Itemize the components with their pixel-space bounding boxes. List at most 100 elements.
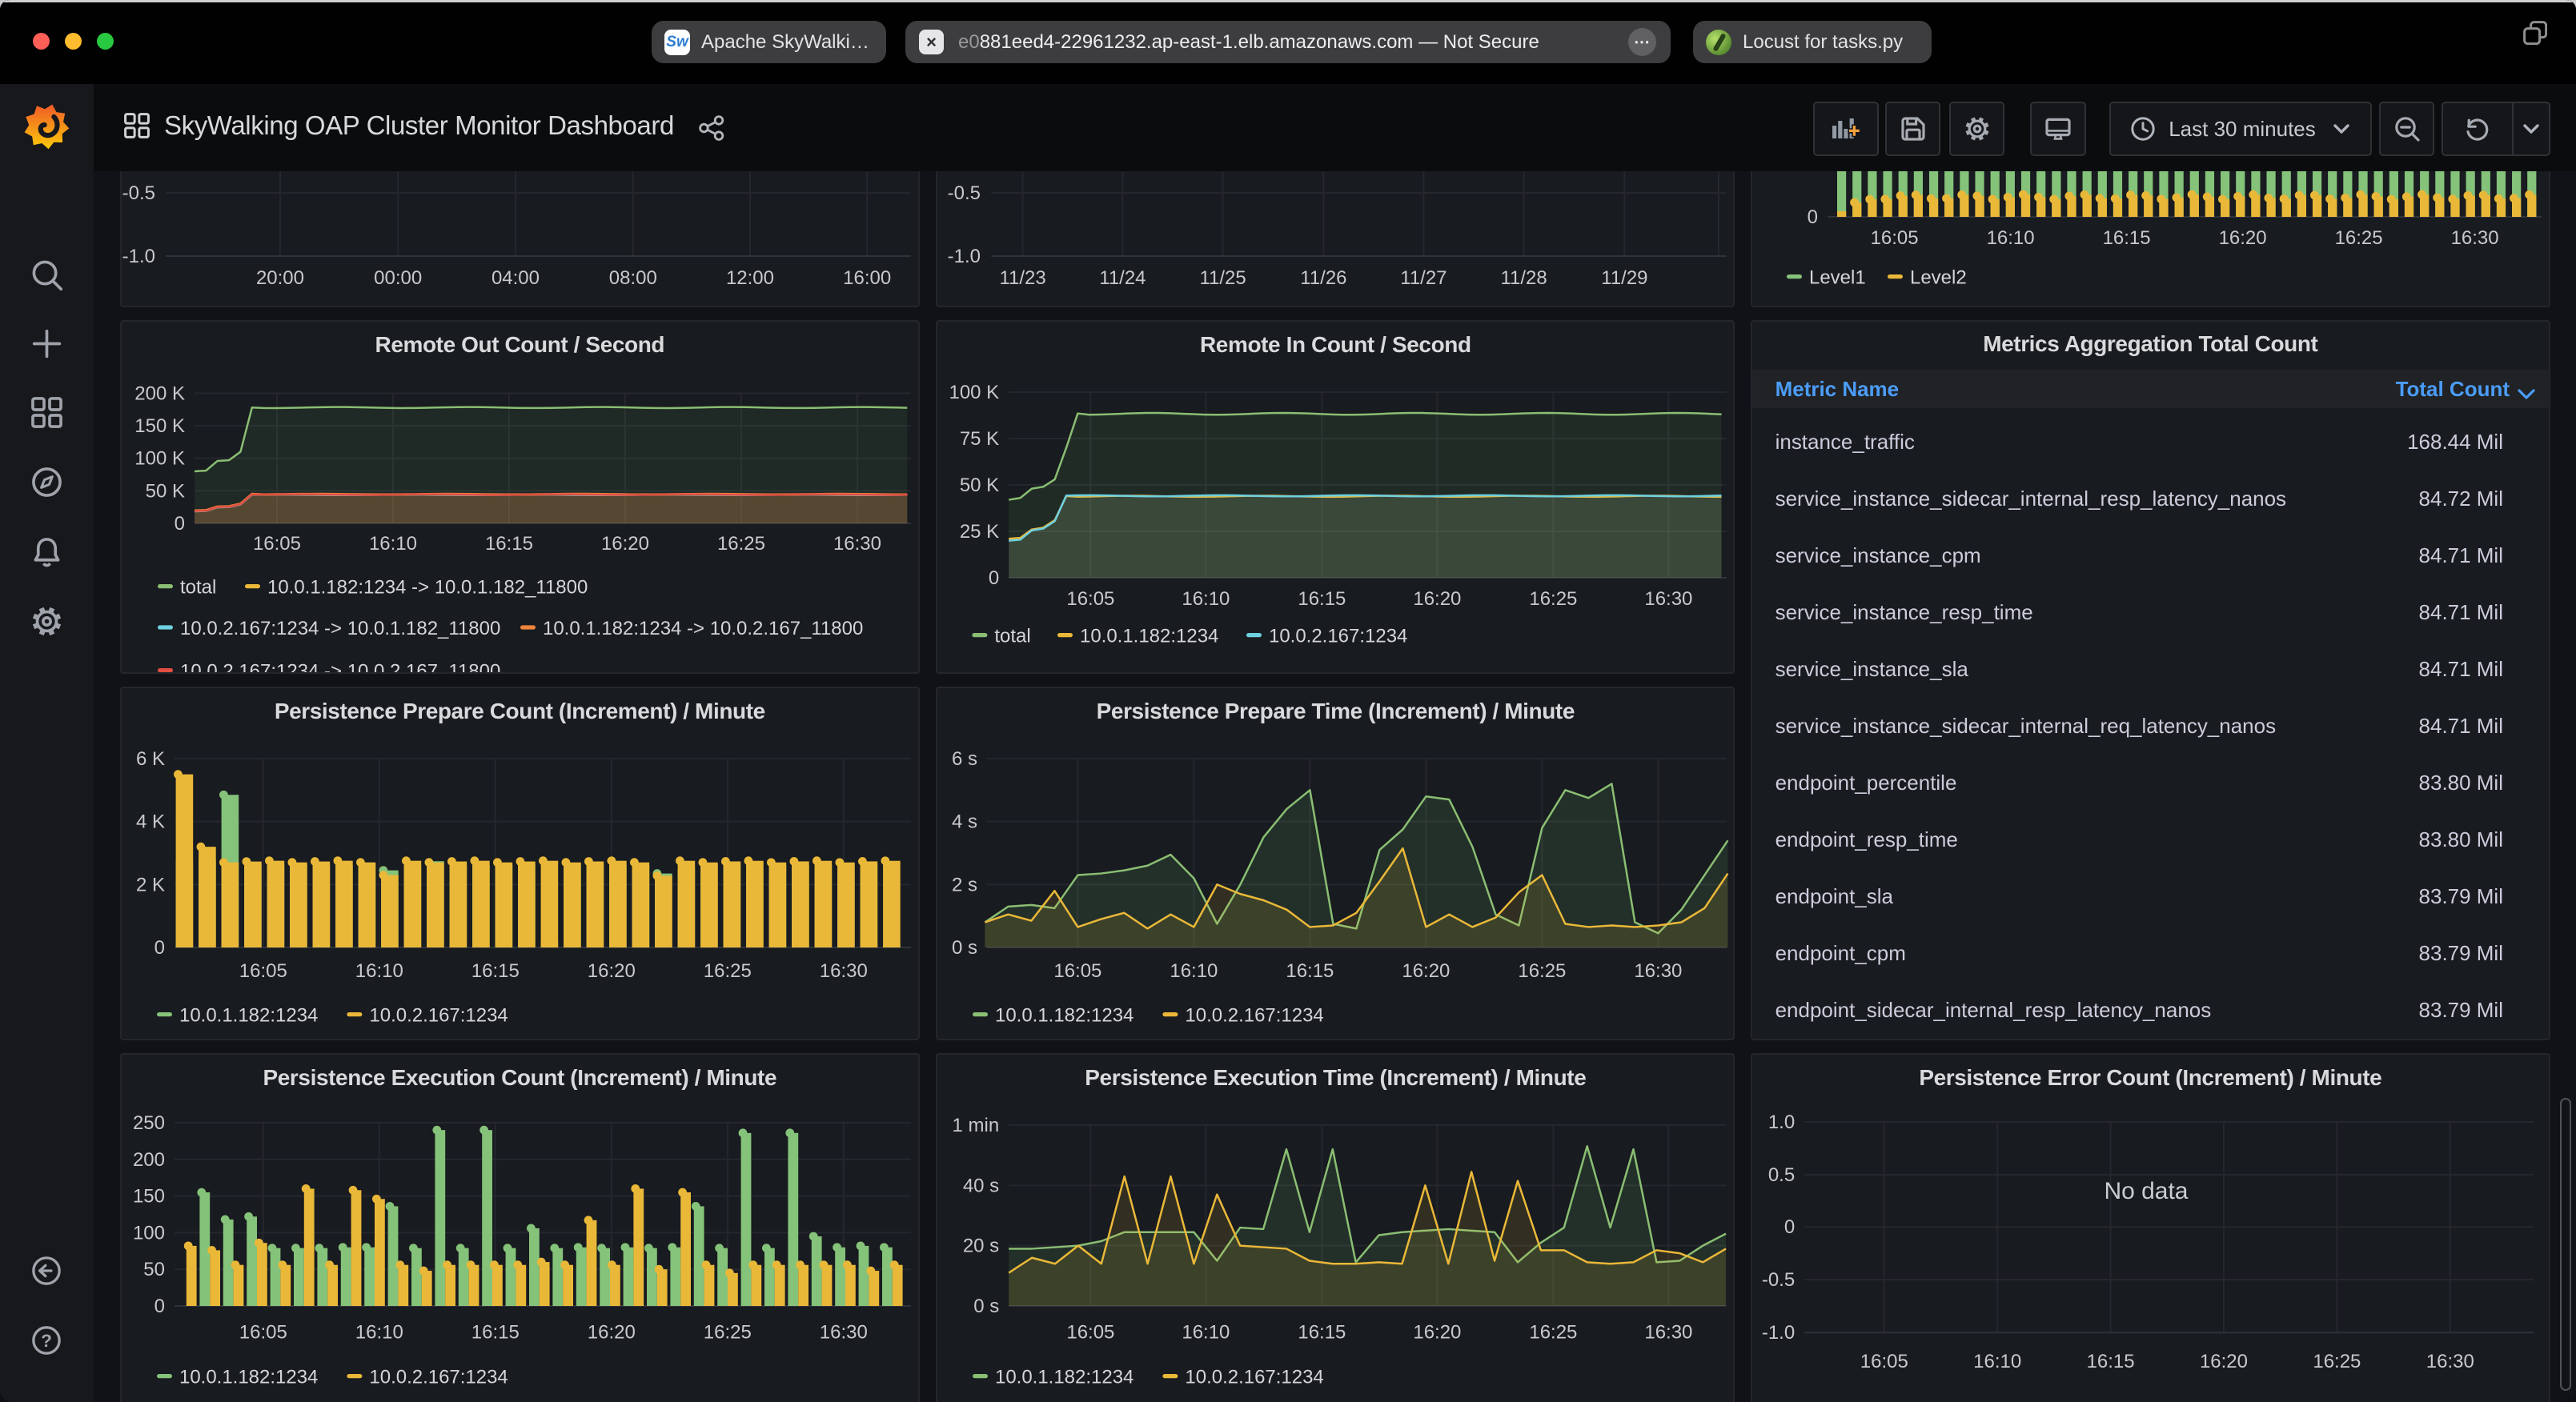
svg-text:150 K: 150 K	[134, 415, 185, 437]
svg-text:10.0.2.167:1234 -> 10.0.2.167_: 10.0.2.167:1234 -> 10.0.2.167_11800	[180, 660, 500, 674]
svg-text:16:05: 16:05	[1066, 588, 1114, 610]
svg-text:10.0.2.167:1234: 10.0.2.167:1234	[369, 1004, 508, 1026]
svg-text:-0.5: -0.5	[947, 182, 980, 204]
svg-text:endpoint_sla: endpoint_sla	[1776, 884, 1894, 908]
svg-text:?: ?	[41, 1331, 52, 1351]
svg-text:50: 50	[143, 1259, 165, 1280]
svg-text:16:20: 16:20	[1402, 960, 1450, 982]
svg-text:83.80 Mil: 83.80 Mil	[2419, 827, 2503, 851]
svg-text:service_instance_sla: service_instance_sla	[1776, 657, 1969, 681]
svg-text:16:10: 16:10	[355, 1322, 403, 1344]
svg-text:0 s: 0 s	[973, 1296, 999, 1317]
svg-text:Remote In Count / Second: Remote In Count / Second	[1200, 332, 1471, 357]
svg-text:total: total	[994, 625, 1030, 647]
svg-text:Persistence Execution Time (In: Persistence Execution Time (Increment) /…	[1085, 1065, 1586, 1090]
svg-text:16:25: 16:25	[717, 533, 765, 555]
svg-text:16:30: 16:30	[1644, 588, 1692, 610]
svg-text:16:30: 16:30	[820, 1322, 868, 1344]
svg-text:11/24: 11/24	[1099, 267, 1146, 289]
svg-text:0: 0	[154, 1296, 165, 1317]
svg-text:16:05: 16:05	[1053, 960, 1101, 982]
svg-text:16:25: 16:25	[704, 1322, 752, 1344]
svg-text:84.71 Mil: 84.71 Mil	[2419, 714, 2503, 738]
svg-text:instance_traffic: instance_traffic	[1776, 430, 1915, 454]
svg-text:84.71 Mil: 84.71 Mil	[2419, 657, 2503, 681]
svg-text:10.0.2.167:1234: 10.0.2.167:1234	[1269, 625, 1407, 647]
svg-text:16:05: 16:05	[239, 1322, 287, 1344]
svg-text:16:20: 16:20	[1413, 588, 1461, 610]
svg-text:16:05: 16:05	[239, 960, 287, 982]
svg-text:1 min: 1 min	[952, 1115, 999, 1136]
svg-text:11/29: 11/29	[1601, 267, 1647, 289]
svg-text:200: 200	[133, 1149, 165, 1171]
svg-text:16:20: 16:20	[2219, 227, 2267, 249]
svg-text:16:25: 16:25	[704, 960, 752, 982]
svg-text:10.0.2.167:1234: 10.0.2.167:1234	[369, 1366, 508, 1388]
svg-text:50 K: 50 K	[146, 480, 185, 502]
svg-text:16:25: 16:25	[2335, 227, 2383, 249]
svg-text:-0.5: -0.5	[1762, 1269, 1795, 1291]
svg-text:4 K: 4 K	[136, 811, 165, 833]
svg-text:16:05: 16:05	[1871, 227, 1919, 249]
svg-text:200 K: 200 K	[134, 383, 185, 404]
svg-text:84.72 Mil: 84.72 Mil	[2419, 487, 2503, 511]
svg-text:10.0.1.182:1234 -> 10.0.1.182_: 10.0.1.182:1234 -> 10.0.1.182_11800	[267, 576, 588, 598]
svg-text:00:00: 00:00	[374, 267, 422, 289]
svg-text:11/26: 11/26	[1300, 267, 1346, 289]
svg-text:16:10: 16:10	[1987, 227, 2035, 249]
svg-text:-1.0: -1.0	[1762, 1322, 1795, 1344]
svg-text:83.79 Mil: 83.79 Mil	[2419, 941, 2503, 965]
svg-text:service_instance_sidecar_inter: service_instance_sidecar_internal_req_la…	[1776, 714, 2276, 738]
svg-text:16:10: 16:10	[1170, 960, 1218, 982]
svg-text:Persistence Prepare Time (Incr: Persistence Prepare Time (Increment) / M…	[1096, 699, 1574, 723]
svg-text:10.0.1.182:1234: 10.0.1.182:1234	[995, 1004, 1134, 1026]
svg-text:16:15: 16:15	[1286, 960, 1334, 982]
svg-text:11/28: 11/28	[1500, 267, 1547, 289]
svg-text:2 s: 2 s	[952, 874, 977, 895]
svg-text:4 s: 4 s	[952, 811, 977, 833]
svg-text:Persistence Error Count (Incre: Persistence Error Count (Increment) / Mi…	[1920, 1065, 2382, 1090]
svg-text:Level1: Level1	[1809, 266, 1866, 288]
svg-text:250: 250	[133, 1112, 165, 1134]
svg-text:16:10: 16:10	[355, 960, 403, 982]
svg-text:168.44 Mil: 168.44 Mil	[2407, 430, 2503, 454]
svg-text:6 K: 6 K	[136, 748, 165, 770]
svg-text:10.0.1.182:1234: 10.0.1.182:1234	[179, 1004, 318, 1026]
svg-text:16:05: 16:05	[253, 533, 301, 555]
svg-text:16:10: 16:10	[1974, 1351, 2022, 1372]
svg-text:16:30: 16:30	[1644, 1322, 1692, 1344]
svg-text:endpoint_cpm: endpoint_cpm	[1776, 941, 1906, 965]
svg-text:100: 100	[133, 1222, 165, 1244]
svg-text:-1.0: -1.0	[122, 246, 155, 267]
svg-text:16:25: 16:25	[2313, 1351, 2361, 1372]
svg-text:16:10: 16:10	[1182, 1322, 1230, 1344]
svg-text:83.79 Mil: 83.79 Mil	[2419, 884, 2503, 908]
svg-text:100 K: 100 K	[949, 382, 999, 403]
svg-text:Level2: Level2	[1910, 266, 1967, 288]
svg-text:endpoint_percentile: endpoint_percentile	[1776, 771, 1957, 795]
svg-text:16:25: 16:25	[1529, 1322, 1577, 1344]
svg-text:50 K: 50 K	[960, 475, 999, 496]
svg-text:Total Count: Total Count	[2396, 377, 2510, 401]
svg-text:0: 0	[989, 567, 999, 589]
svg-text:16:25: 16:25	[1529, 588, 1577, 610]
svg-text:0: 0	[1808, 206, 1818, 228]
svg-text:Persistence Prepare Count (Inc: Persistence Prepare Count (Increment) / …	[275, 699, 765, 723]
svg-text:83.80 Mil: 83.80 Mil	[2419, 771, 2503, 795]
svg-text:16:15: 16:15	[485, 533, 533, 555]
svg-text:service_instance_sidecar_inter: service_instance_sidecar_internal_resp_l…	[1776, 487, 2286, 511]
svg-text:20 s: 20 s	[963, 1236, 999, 1257]
svg-text:16:30: 16:30	[820, 960, 868, 982]
svg-text:04:00: 04:00	[492, 267, 540, 289]
svg-text:16:30: 16:30	[833, 533, 881, 555]
svg-text:0.5: 0.5	[1768, 1164, 1795, 1186]
svg-text:16:30: 16:30	[2426, 1351, 2474, 1372]
svg-text:0: 0	[175, 513, 185, 535]
svg-text:-0.5: -0.5	[122, 182, 155, 204]
svg-text:10.0.1.182:1234 -> 10.0.2.167_: 10.0.1.182:1234 -> 10.0.2.167_11800	[543, 618, 863, 639]
svg-text:150: 150	[133, 1186, 165, 1208]
svg-text:-1.0: -1.0	[947, 246, 980, 267]
svg-text:84.71 Mil: 84.71 Mil	[2419, 600, 2503, 624]
svg-text:6 s: 6 s	[952, 748, 977, 770]
svg-text:16:20: 16:20	[588, 1322, 636, 1344]
